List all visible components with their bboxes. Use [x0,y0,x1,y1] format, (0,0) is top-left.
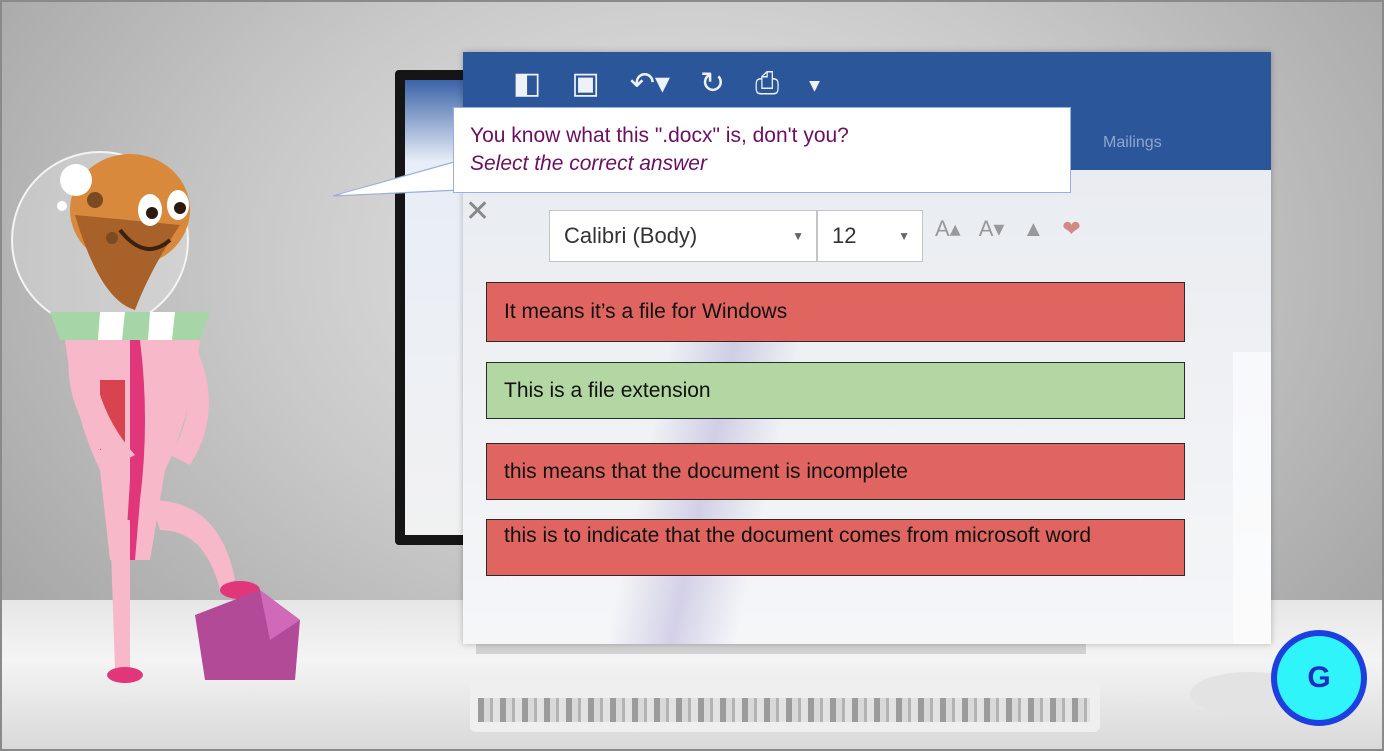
question-bubble: You know what this ".docx" is, don't you… [453,107,1071,193]
keyboard-keys [478,698,1090,722]
highlight-icon: ❤ [1062,216,1081,241]
quick-access-toolbar: ◧ ▣ ↶▾ ↻ ⎙ ▼ [513,66,820,106]
scene-background: ◧ ▣ ↶▾ ↻ ⎙ ▼ Mailings ✕ Calibri (Body) ▼… [0,0,1384,751]
instruction-text: Select the correct answer [470,152,707,175]
answer-option-1[interactable]: It means it’s a file for Windows [486,282,1185,342]
chevron-down-icon: ▼ [898,229,910,243]
answer-option-2[interactable]: This is a file extension [486,362,1185,419]
font-size-box: 12 ▼ [817,210,923,262]
document-page [1233,352,1271,644]
answer-option-4[interactable]: this is to indicate that the document co… [486,519,1185,576]
astronaut-character [11,151,300,683]
shrink-font-icon: A▾ [978,216,1005,241]
redo-icon: ↻ [699,66,726,101]
chevron-down-icon: ▼ [792,229,804,243]
speech-bubble-tail [333,161,460,197]
save-icon: ▣ [571,66,600,101]
font-name-box: Calibri (Body) ▼ [549,210,817,262]
question-text: You know what this ".docx" is, don't you… [470,124,849,147]
undo-icon: ↶▾ [629,66,670,101]
print-icon: ⎙ [755,66,780,101]
layout-icon: ◧ [513,66,542,101]
font-name-value: Calibri (Body) [564,223,698,248]
g-button[interactable]: G [1271,630,1367,726]
font-size-value: 12 [832,223,857,248]
grow-font-icon: A▴ [935,216,961,241]
cut-icon: ✕ [465,195,491,228]
ribbon-tab-mailings: Mailings [1103,134,1162,151]
customize-icon: ▼ [809,78,820,94]
ribbon-icons: A▴ A▾ ▲ ❤ [935,216,1081,242]
font-color-icon: ▲ [1022,216,1045,241]
answer-option-3[interactable]: this means that the document is incomple… [486,443,1185,500]
